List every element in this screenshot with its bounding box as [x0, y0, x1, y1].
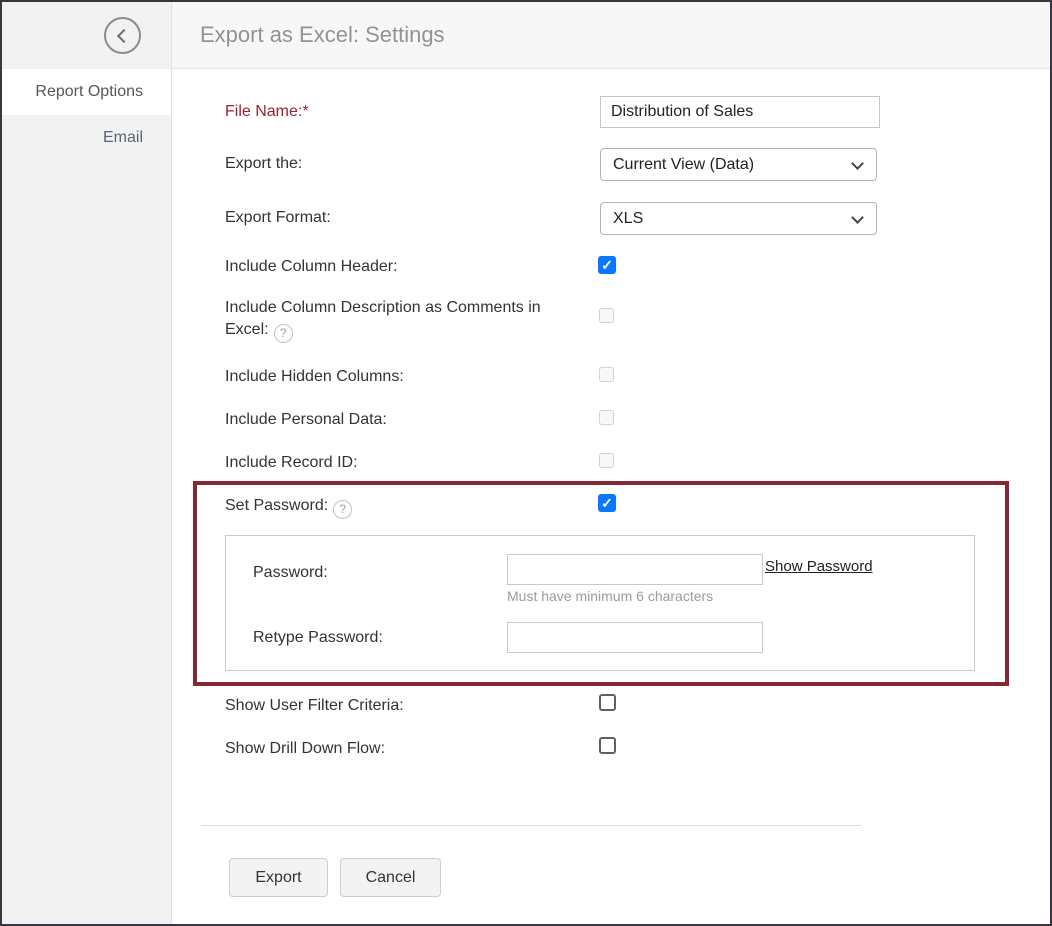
set-password-checkbox[interactable]: ✓ [598, 494, 616, 512]
set-password-label: Set Password:? [225, 495, 352, 519]
retype-password-input[interactable] [507, 622, 763, 653]
export-format-label: Export Format: [225, 207, 331, 229]
password-input[interactable] [507, 554, 763, 585]
set-password-text: Set Password: [225, 497, 328, 514]
include-personal-data-checkbox[interactable]: ✓ [599, 410, 614, 425]
cancel-button[interactable]: Cancel [340, 858, 441, 897]
include-column-header-checkbox[interactable]: ✓ [598, 256, 616, 274]
include-column-description-text: Include Column Description as Comments i… [225, 299, 541, 338]
include-column-header-label: Include Column Header: [225, 256, 398, 278]
export-button[interactable]: Export [229, 858, 328, 897]
help-icon[interactable]: ? [274, 324, 293, 343]
header-bar: Export as Excel: Settings [172, 2, 1050, 69]
show-user-filter-criteria-checkbox[interactable]: ✓ [599, 694, 616, 711]
retype-password-label: Retype Password: [253, 629, 383, 647]
chevron-down-icon [851, 211, 864, 224]
export-settings-window: Report Options Email Export as Excel: Se… [0, 0, 1052, 926]
show-password-link[interactable]: Show Password [765, 558, 873, 575]
section-divider [201, 825, 861, 826]
settings-form: File Name:* Export the: Current View (Da… [172, 69, 1050, 924]
export-format-select[interactable]: XLS [600, 202, 877, 235]
checkmark-icon: ✓ [599, 495, 615, 512]
sidebar-item-report-options[interactable]: Report Options [2, 69, 171, 115]
checkmark-icon: ✓ [599, 257, 615, 274]
include-personal-data-label: Include Personal Data: [225, 409, 387, 431]
show-drill-down-flow-checkbox[interactable]: ✓ [599, 737, 616, 754]
help-icon[interactable]: ? [333, 500, 352, 519]
export-the-select[interactable]: Current View (Data) [600, 148, 877, 181]
include-record-id-label: Include Record ID: [225, 452, 358, 474]
export-the-label: Export the: [225, 153, 302, 175]
password-label: Password: [253, 564, 328, 582]
sidebar: Report Options Email [2, 2, 172, 924]
chevron-down-icon [851, 157, 864, 170]
show-user-filter-criteria-label: Show User Filter Criteria: [225, 695, 404, 717]
include-column-description-checkbox[interactable]: ✓ [599, 308, 614, 323]
password-hint: Must have minimum 6 characters [507, 588, 713, 604]
page-title: Export as Excel: Settings [172, 2, 1050, 68]
file-name-input[interactable] [600, 96, 880, 128]
back-button[interactable] [104, 17, 141, 54]
chevron-left-icon [117, 29, 131, 43]
export-format-value: XLS [613, 210, 643, 227]
file-name-label: File Name:* [225, 101, 309, 123]
show-drill-down-flow-label: Show Drill Down Flow: [225, 738, 385, 760]
export-the-value: Current View (Data) [613, 156, 754, 173]
include-hidden-columns-label: Include Hidden Columns: [225, 366, 404, 388]
include-hidden-columns-checkbox[interactable]: ✓ [599, 367, 614, 382]
sidebar-item-email[interactable]: Email [2, 115, 171, 161]
include-record-id-checkbox[interactable]: ✓ [599, 453, 614, 468]
sidebar-nav: Report Options Email [2, 69, 171, 161]
include-column-description-label: Include Column Description as Comments i… [225, 297, 583, 343]
